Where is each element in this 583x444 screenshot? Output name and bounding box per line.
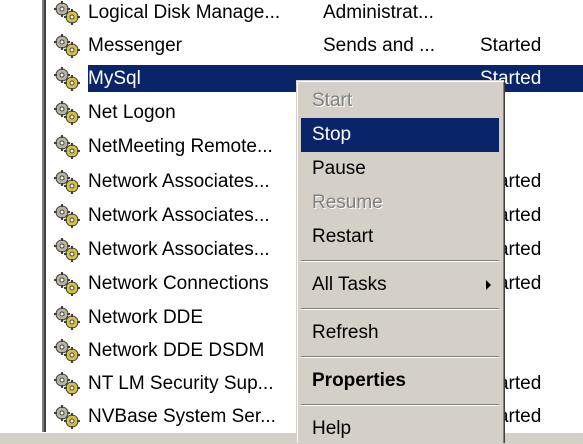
menu-item-refresh[interactable]: Refresh <box>301 316 499 350</box>
service-name: MySql <box>88 68 141 89</box>
service-name: Network DDE DSDM <box>88 340 265 361</box>
service-name: Messenger <box>88 35 182 56</box>
service-name: NetMeeting Remote... <box>88 136 273 157</box>
menu-separator <box>301 260 499 262</box>
menu-item-properties[interactable]: Properties <box>301 364 499 398</box>
menu-item-pause[interactable]: Pause <box>301 152 499 186</box>
service-gears-icon <box>52 0 82 26</box>
menu-item-label: Pause <box>312 158 366 179</box>
menu-separator <box>301 404 499 406</box>
service-gears-icon <box>52 371 82 397</box>
menu-item-label: Resume <box>312 192 383 213</box>
service-name: Network Associates... <box>88 239 270 260</box>
menu-item-label: Properties <box>312 370 406 391</box>
menu-separator <box>301 308 499 310</box>
menu-item-label: All Tasks <box>312 274 387 295</box>
service-gears-icon <box>52 271 82 297</box>
menu-item-all-tasks[interactable]: All Tasks <box>301 268 499 302</box>
service-gears-icon <box>52 169 82 195</box>
service-name: Network Associates... <box>88 171 270 192</box>
menu-item-restart[interactable]: Restart <box>301 220 499 254</box>
service-gears-icon <box>52 100 82 126</box>
service-gears-icon <box>52 203 82 229</box>
service-row[interactable]: Logical Disk Manage... Administrat... <box>48 0 583 29</box>
menu-item-label: Help <box>312 418 352 439</box>
menu-item-label: Start <box>312 90 353 111</box>
service-gears-icon <box>52 404 82 430</box>
menu-item-label: Stop <box>312 124 352 145</box>
tree-pane-edge <box>0 0 44 443</box>
menu-item-start: Start <box>301 84 499 118</box>
service-name: Network Connections <box>88 273 269 294</box>
context-menu: Start Stop Pause Resume Restart All Tasks Refr… <box>296 80 504 443</box>
service-name: NVBase System Ser... <box>88 406 276 427</box>
service-gears-icon <box>52 66 82 92</box>
menu-item-stop[interactable]: Stop <box>301 118 499 152</box>
service-name: Network DDE <box>88 307 204 328</box>
service-row[interactable]: Messenger Sends and ... Started <box>48 29 583 62</box>
pane-divider-shadow <box>44 0 46 443</box>
menu-separator <box>301 356 499 358</box>
service-gears-icon <box>52 338 82 364</box>
menu-item-help[interactable]: Help <box>301 412 499 443</box>
service-name: Logical Disk Manage... <box>88 2 281 23</box>
menu-item-label: Restart <box>312 226 374 247</box>
service-name: Net Logon <box>88 102 176 123</box>
menu-item-resume: Resume <box>301 186 499 220</box>
service-gears-icon <box>52 305 82 331</box>
submenu-arrow-icon <box>486 280 491 290</box>
service-gears-icon <box>52 237 82 263</box>
service-description: Sends and ... <box>323 35 435 56</box>
service-gears-icon <box>52 33 82 59</box>
service-description: Administrat... <box>323 2 434 23</box>
service-name: NT LM Security Sup... <box>88 373 274 394</box>
service-gears-icon <box>52 134 82 160</box>
menu-item-label: Refresh <box>312 322 379 343</box>
service-status: Started <box>480 35 542 56</box>
service-name: Network Associates... <box>88 205 270 226</box>
